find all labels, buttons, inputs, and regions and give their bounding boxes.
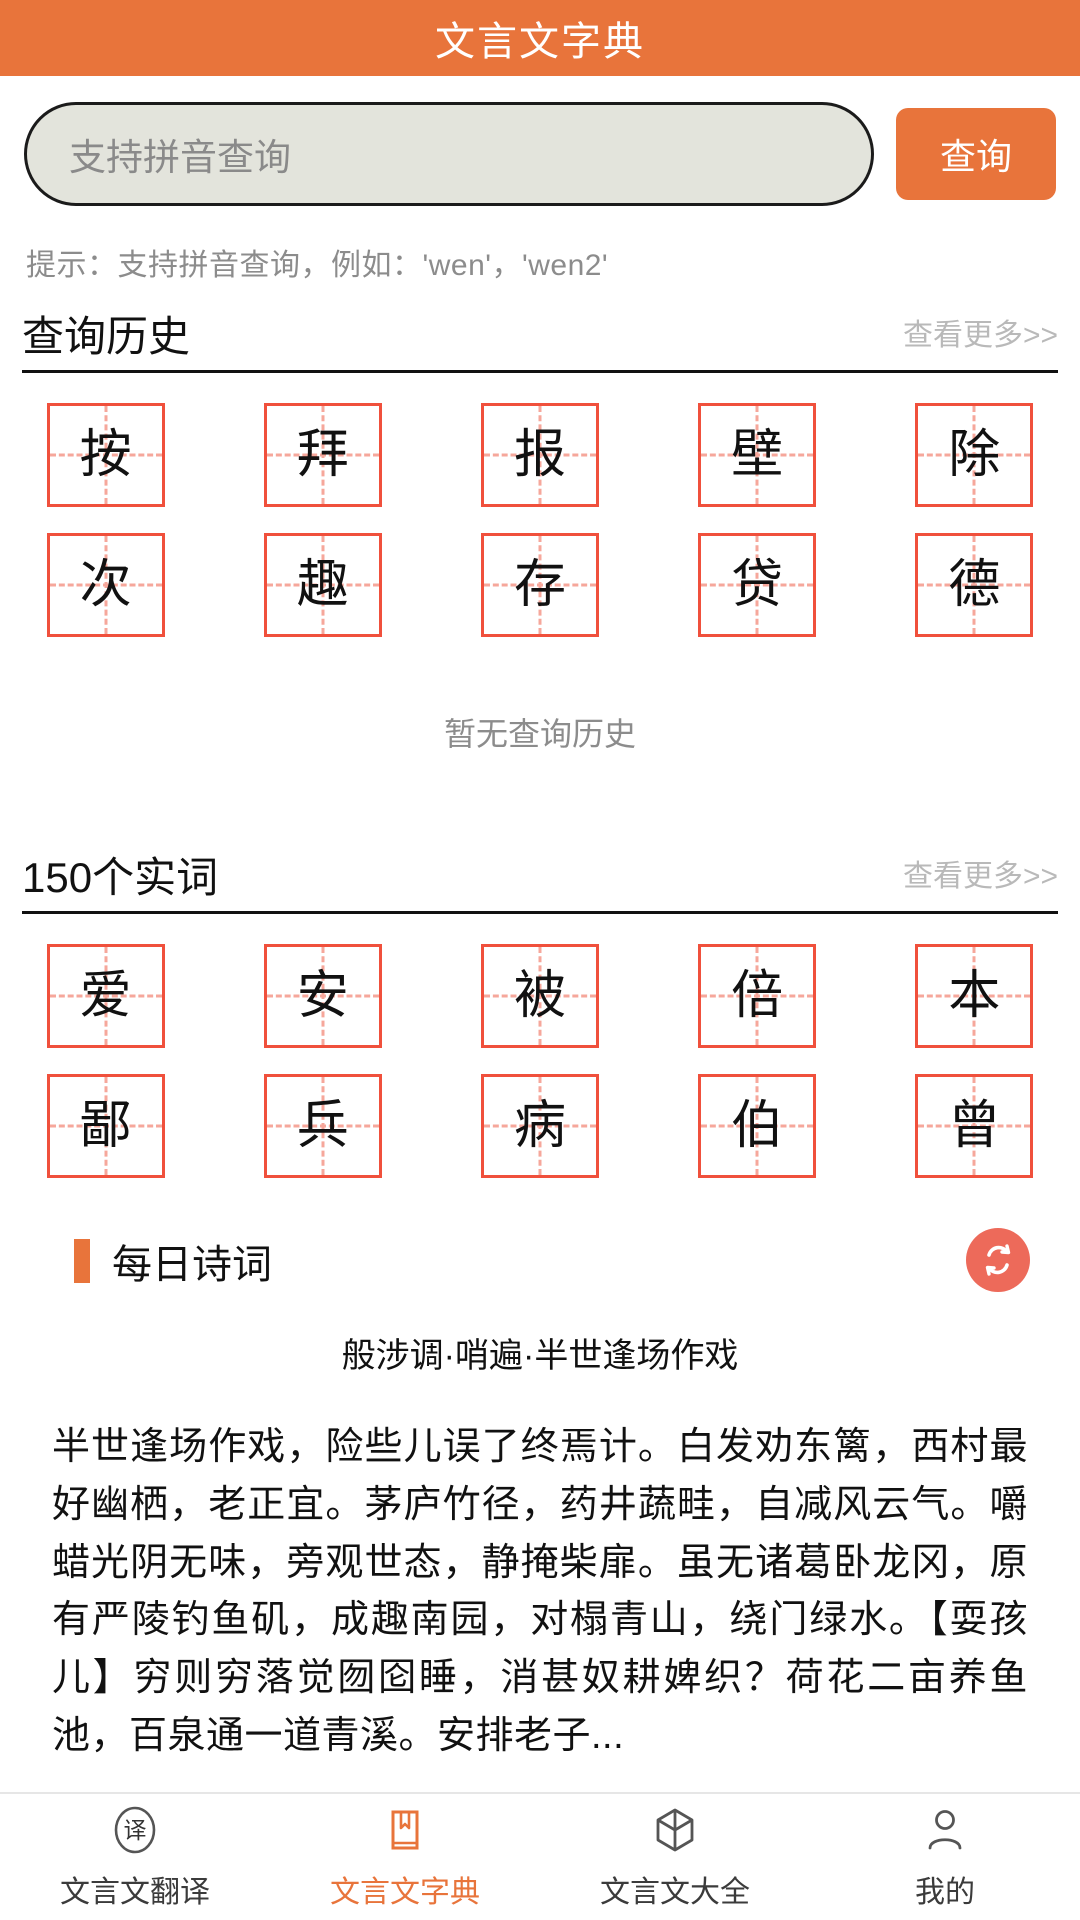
translate-circle-icon: 译	[109, 1803, 161, 1857]
accent-bar-icon	[74, 1239, 90, 1283]
tab-profile[interactable]: 我的	[810, 1794, 1080, 1920]
char-glyph: 次	[79, 556, 132, 614]
char-cell[interactable]: 趣	[263, 533, 382, 637]
search-input[interactable]: 支持拼音查询	[24, 102, 874, 206]
char-cell[interactable]: 病	[480, 1074, 599, 1178]
char-cell[interactable]: 安	[263, 944, 382, 1048]
char-glyph: 除	[948, 426, 1001, 484]
char-glyph: 病	[513, 1097, 566, 1155]
tab-dictionary[interactable]: 文言文字典	[270, 1794, 540, 1920]
history-empty-note: 暂无查询历史	[443, 716, 636, 752]
history-section-header: 查询历史 查看更多>>	[22, 310, 1058, 373]
content-words-section: 150个实词 查看更多>> 爱 安 被 倍 本 鄙 兵 病 伯 曾	[0, 851, 1080, 1178]
poem-name: 般涉调·哨遍·半世逢场作戏	[341, 1337, 739, 1375]
svg-text:译: 译	[124, 1817, 147, 1843]
main-scroll-area[interactable]: 支持拼音查询 查询 提示：支持拼音查询，例如：'wen'，'wen2' 查询历史…	[0, 76, 1080, 1792]
refresh-icon[interactable]	[966, 1228, 1030, 1292]
tab-translate[interactable]: 译 文言文翻译	[0, 1794, 270, 1920]
char-cell[interactable]: 存	[480, 533, 599, 637]
char-cell[interactable]: 次	[46, 533, 165, 637]
tab-label: 文言文翻译	[60, 1876, 210, 1909]
search-row: 支持拼音查询 查询	[0, 76, 1080, 206]
person-icon	[919, 1803, 971, 1857]
char-glyph: 安	[296, 967, 349, 1025]
tab-library[interactable]: 文言文大全	[540, 1794, 810, 1920]
char-cell[interactable]: 德	[915, 533, 1034, 637]
char-glyph: 趣	[296, 556, 349, 614]
search-button-label: 查询	[939, 136, 1012, 177]
char-glyph: 伯	[731, 1097, 784, 1155]
char-cell[interactable]: 兵	[263, 1074, 382, 1178]
char-glyph: 壁	[731, 426, 784, 484]
history-char-grid: 按 拜 报 壁 除 次 趣 存 贷 德	[22, 373, 1058, 637]
char-cell[interactable]: 壁	[698, 403, 817, 507]
char-cell[interactable]: 拜	[263, 403, 382, 507]
search-hint: 提示：支持拼音查询，例如：'wen'，'wen2'	[26, 249, 609, 282]
char-glyph: 被	[513, 967, 566, 1025]
app-header: 文言文字典	[0, 0, 1080, 76]
content-words-section-header: 150个实词 查看更多>>	[22, 851, 1058, 914]
char-glyph: 鄙	[79, 1097, 132, 1155]
char-glyph: 报	[513, 426, 566, 484]
char-cell[interactable]: 按	[46, 403, 165, 507]
book-icon	[379, 1803, 431, 1857]
char-glyph: 贷	[731, 556, 784, 614]
tab-label: 文言文大全	[600, 1876, 750, 1909]
daily-poem-header: 每日诗词	[22, 1228, 1058, 1292]
content-words-char-grid: 爱 安 被 倍 本 鄙 兵 病 伯 曾	[22, 914, 1058, 1178]
char-cell[interactable]: 伯	[698, 1074, 817, 1178]
daily-poem-block: 每日诗词 般涉调·哨遍·半世逢场作戏 半世逢场作戏，险些儿误了终焉计。白发劝东篱…	[0, 1228, 1080, 1766]
search-placeholder: 支持拼音查询	[69, 137, 291, 178]
char-cell[interactable]: 爱	[46, 944, 165, 1048]
char-cell[interactable]: 曾	[915, 1074, 1034, 1178]
history-view-more-link[interactable]: 查看更多>>	[903, 310, 1058, 360]
char-glyph: 本	[948, 967, 1001, 1025]
char-glyph: 兵	[296, 1097, 349, 1155]
tab-label: 文言文字典	[330, 1876, 480, 1909]
char-glyph: 爱	[79, 967, 132, 1025]
poem-body[interactable]: 半世逢场作戏，险些儿误了终焉计。白发劝东篱，西村最好幽栖，老正宜。茅庐竹径，药井…	[52, 1419, 1028, 1766]
char-cell[interactable]: 倍	[698, 944, 817, 1048]
char-glyph: 拜	[296, 426, 349, 484]
app-screen: 文言文字典 支持拼音查询 查询 提示：支持拼音查询，例如：'wen'，'wen2…	[0, 0, 1080, 1920]
char-glyph: 存	[513, 556, 566, 614]
char-cell[interactable]: 本	[915, 944, 1034, 1048]
tab-label: 我的	[915, 1876, 975, 1909]
char-glyph: 倍	[731, 967, 784, 1025]
content-words-section-title: 150个实词	[22, 853, 219, 901]
char-cell[interactable]: 贷	[698, 533, 817, 637]
char-cell[interactable]: 鄙	[46, 1074, 165, 1178]
char-glyph: 按	[79, 426, 132, 484]
char-cell[interactable]: 除	[915, 403, 1034, 507]
bottom-tabbar: 译 文言文翻译 文言文字典 文言文大全 我的	[0, 1792, 1080, 1920]
content-words-view-more-link[interactable]: 查看更多>>	[903, 851, 1058, 901]
search-button[interactable]: 查询	[896, 108, 1056, 200]
cube-book-icon	[649, 1803, 701, 1857]
daily-poem-title: 每日诗词	[112, 1243, 272, 1287]
history-section: 查询历史 查看更多>> 按 拜 报 壁 除 次 趣 存 贷 德 暂无查询历史	[0, 310, 1080, 825]
char-cell[interactable]: 被	[480, 944, 599, 1048]
history-section-title: 查询历史	[22, 312, 191, 360]
char-glyph: 德	[948, 556, 1001, 614]
char-cell[interactable]: 报	[480, 403, 599, 507]
char-glyph: 曾	[948, 1097, 1001, 1155]
page-title: 文言文字典	[435, 20, 645, 64]
